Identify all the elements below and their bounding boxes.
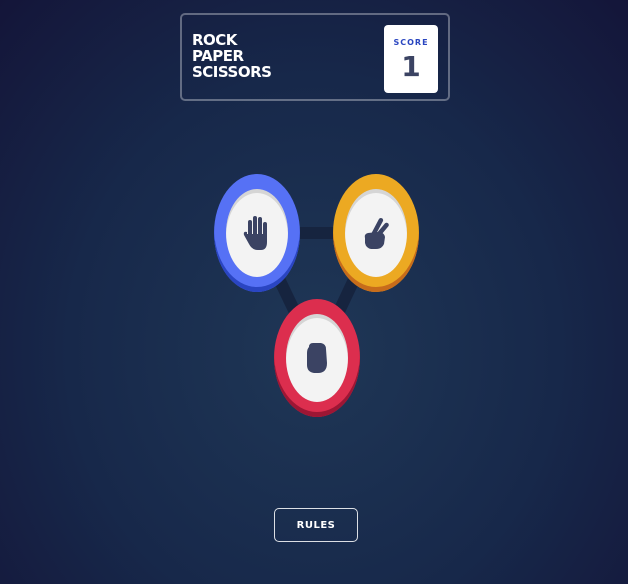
- paper-choice-button[interactable]: [214, 174, 300, 292]
- paper-hand-icon: [243, 216, 267, 250]
- rock-hand-icon: [307, 343, 327, 373]
- rock-choice-button[interactable]: [274, 299, 360, 417]
- rules-button[interactable]: RULES: [274, 508, 358, 542]
- scissors-hand-icon: [364, 218, 389, 249]
- rock-choice-face: [286, 314, 348, 402]
- scissors-choice-face: [345, 189, 407, 277]
- triangle-connectors: [251, 227, 382, 364]
- scissors-choice-button[interactable]: [333, 174, 419, 292]
- game-board: [0, 0, 628, 584]
- paper-choice-face: [226, 189, 288, 277]
